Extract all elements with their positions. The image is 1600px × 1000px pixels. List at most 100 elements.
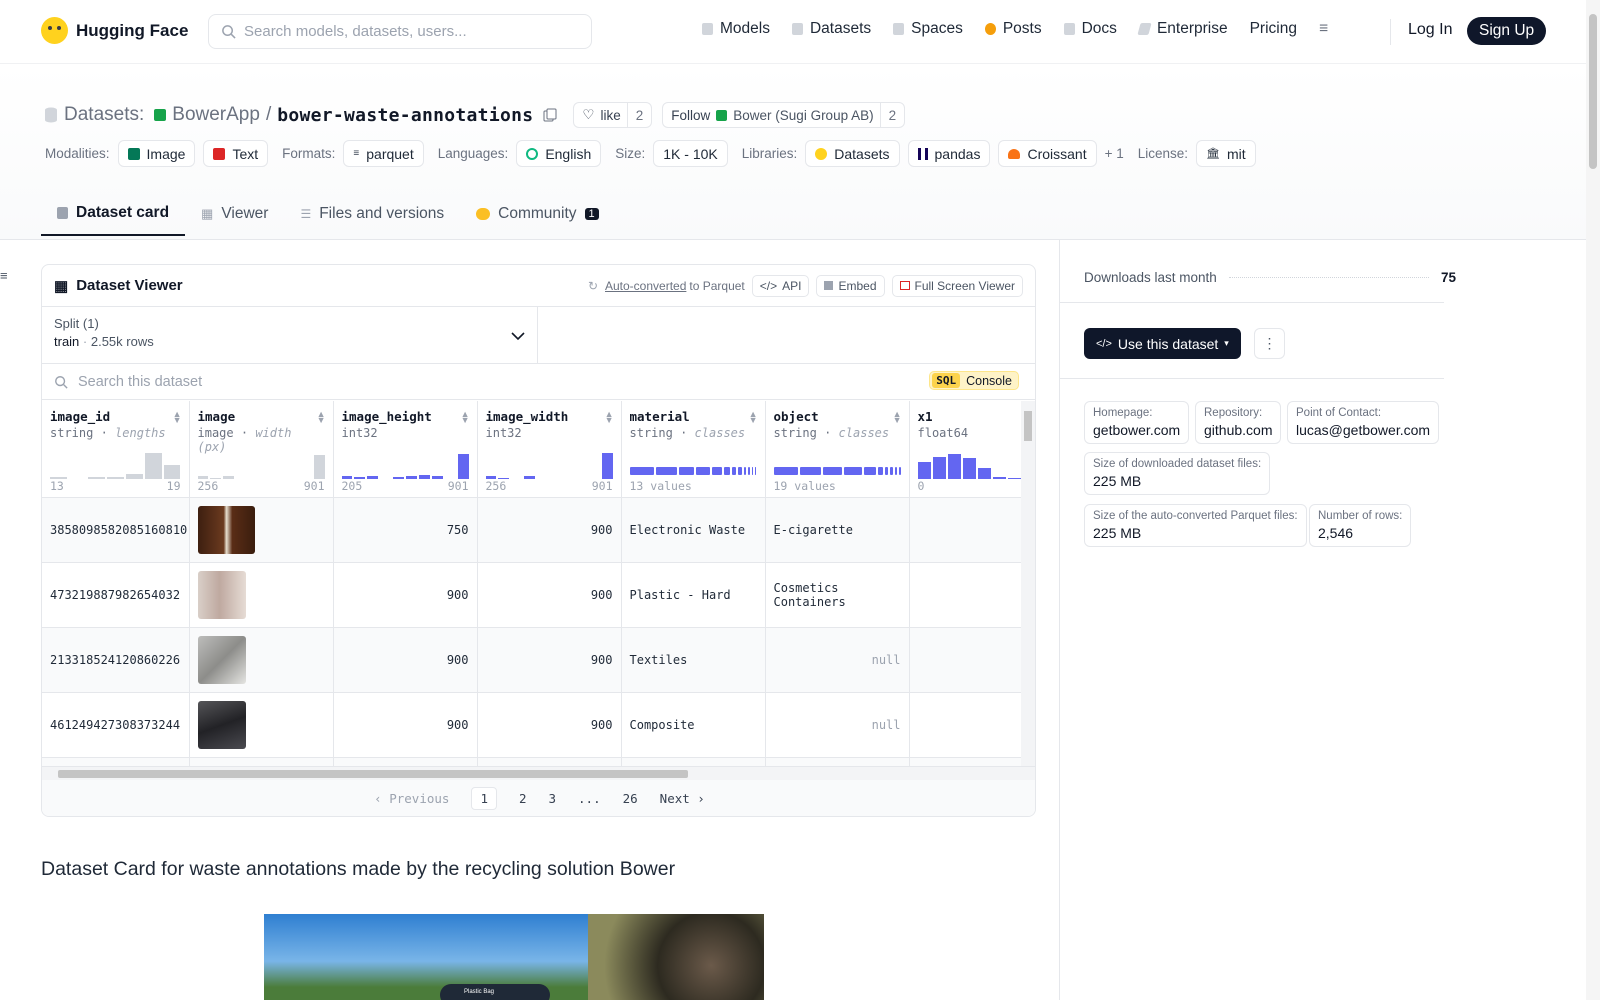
- homepage-card[interactable]: Homepage: getbower.com: [1084, 401, 1190, 444]
- nav-datasets[interactable]: Datasets: [791, 20, 872, 38]
- tag-croissant[interactable]: Croissant: [998, 140, 1097, 167]
- tab-viewer[interactable]: ▦ Viewer: [185, 190, 284, 236]
- sql-console-button[interactable]: SQL Console: [929, 371, 1019, 390]
- tag-pandas[interactable]: pandas: [907, 140, 991, 167]
- datasets-icon: [791, 23, 803, 35]
- previous-button[interactable]: ‹ Previous: [374, 791, 449, 806]
- tag-size[interactable]: 1K - 10K: [653, 140, 728, 167]
- column-header-object[interactable]: object string · classes 19 values ▲ ▼: [765, 401, 910, 498]
- tab-dataset-card-label: Dataset card: [76, 204, 170, 221]
- nav-docs[interactable]: Docs: [1063, 20, 1117, 38]
- column-header-image[interactable]: image image · width (px) 256 901 ▲ ▼: [189, 401, 334, 498]
- page-1[interactable]: 1: [471, 786, 497, 810]
- next-button[interactable]: Next ›: [660, 791, 705, 806]
- sort-icon[interactable]: ▲ ▼: [317, 410, 326, 425]
- more-libraries[interactable]: + 1: [1105, 146, 1124, 161]
- sort-icon[interactable]: ▲ ▼: [749, 410, 758, 425]
- brand-logo[interactable]: Hugging Face: [41, 17, 188, 44]
- cell-image[interactable]: [189, 692, 334, 758]
- nav-more-menu-icon[interactable]: ≡: [1319, 20, 1328, 38]
- api-button[interactable]: </> API: [751, 274, 810, 297]
- tag-english-label: English: [545, 145, 592, 162]
- more-options-icon[interactable]: ⋮: [1254, 328, 1285, 359]
- sort-icon[interactable]: ▲ ▼: [605, 410, 614, 425]
- page-26[interactable]: 26: [623, 791, 638, 806]
- tag-datasets[interactable]: Datasets: [805, 140, 900, 167]
- section-label[interactable]: Datasets:: [64, 104, 144, 126]
- tab-community[interactable]: Community 1: [460, 190, 615, 236]
- table-row[interactable]: 3858098582085160810 750 900 Electronic W…: [42, 497, 1023, 563]
- column-header-image-height[interactable]: image_height int32 205 901 ▲ ▼: [333, 401, 478, 498]
- sort-icon[interactable]: ▲ ▼: [893, 410, 902, 425]
- image-thumbnail[interactable]: [197, 505, 255, 554]
- repository-link[interactable]: github.com: [1204, 422, 1272, 438]
- table-vertical-scrollbar[interactable]: [1021, 401, 1035, 767]
- page-scrollbar[interactable]: [1586, 0, 1600, 1000]
- column-header-material[interactable]: material string · classes 13 values ▲ ▼: [621, 401, 766, 498]
- contact-card[interactable]: Point of Contact: lucas@getbower.com: [1287, 401, 1440, 444]
- tag-license[interactable]: 🏛 mit: [1196, 140, 1256, 167]
- image-thumbnail[interactable]: [197, 570, 246, 619]
- tag-image[interactable]: Image: [117, 140, 196, 167]
- nav-models[interactable]: Models: [702, 20, 770, 38]
- cell-image-height: 750: [333, 497, 478, 563]
- auto-converted-link[interactable]: Auto-converted: [605, 279, 686, 293]
- use-this-dataset-button[interactable]: </> Use this dataset ▾: [1084, 328, 1241, 359]
- org-link[interactable]: BowerApp: [172, 104, 260, 126]
- split-selector[interactable]: Split (1) train · 2.55k rows: [42, 307, 538, 363]
- full-screen-button[interactable]: Full Screen Viewer: [891, 274, 1023, 297]
- nav-pricing[interactable]: Pricing: [1250, 20, 1297, 38]
- fullscreen-icon: [899, 281, 910, 290]
- nav-posts[interactable]: Posts: [984, 20, 1042, 38]
- tab-viewer-label: Viewer: [221, 205, 269, 222]
- nav-datasets-label: Datasets: [809, 20, 872, 37]
- cell-image[interactable]: [189, 627, 334, 693]
- sort-icon[interactable]: ▲ ▼: [461, 410, 470, 425]
- cell-image[interactable]: [189, 562, 334, 628]
- image-thumbnail[interactable]: [197, 700, 246, 749]
- cell-image-width: 900: [477, 692, 622, 758]
- image-thumbnail[interactable]: [197, 635, 246, 684]
- sidebar-divider: [1060, 378, 1444, 379]
- viewer-title-text: Dataset Viewer: [76, 277, 183, 294]
- column-class-count: 19 values: [773, 478, 836, 493]
- repository-card[interactable]: Repository: github.com: [1195, 401, 1282, 444]
- global-search-input[interactable]: Search models, datasets, users...: [208, 14, 592, 49]
- tag-text[interactable]: Text: [203, 140, 269, 167]
- dataset-search-input[interactable]: Search this dataset SQL Console: [42, 364, 1035, 400]
- follow-button[interactable]: Follow Bower (Sugi Group AB) 2: [662, 102, 906, 128]
- tab-files-label: Files and versions: [319, 205, 445, 222]
- contact-link[interactable]: lucas@getbower.com: [1296, 422, 1430, 438]
- sidebar-toggle-icon[interactable]: ≡: [0, 268, 8, 283]
- table-horizontal-scrollbar[interactable]: [42, 766, 1035, 780]
- page-2[interactable]: 2: [519, 791, 527, 806]
- tag-english[interactable]: English: [516, 140, 602, 167]
- page-3[interactable]: 3: [549, 791, 557, 806]
- signup-button[interactable]: Sign Up: [1467, 17, 1547, 45]
- class-distribution-bar: [773, 467, 901, 475]
- tag-parquet[interactable]: ≡ parquet: [343, 140, 424, 167]
- nav-enterprise[interactable]: Enterprise: [1137, 20, 1228, 38]
- license-label: License:: [1137, 146, 1189, 161]
- sort-icon[interactable]: ▲ ▼: [173, 410, 182, 425]
- homepage-link[interactable]: getbower.com: [1093, 422, 1180, 438]
- table-scroll-area[interactable]: image_id string · lengths 13 19 ▲ ▼ image …: [42, 401, 1023, 767]
- nav-divider: [1390, 19, 1391, 45]
- table-row[interactable]: 473219887982654032 900 900 Plastic - Har…: [42, 562, 1023, 628]
- embed-button[interactable]: Embed: [816, 274, 885, 297]
- column-header-x1[interactable]: x1 float64 0: [909, 401, 1023, 498]
- enterprise-icon: [1137, 23, 1152, 35]
- table-row[interactable]: 461249427308373244 900 900 Composite nul…: [42, 692, 1023, 758]
- column-header-image-id[interactable]: image_id string · lengths 13 19 ▲ ▼: [42, 401, 190, 498]
- nav-spaces[interactable]: Spaces: [893, 20, 963, 38]
- copy-icon[interactable]: [543, 108, 557, 122]
- column-header-image-width[interactable]: image_width int32 256 901 ▲ ▼: [477, 401, 622, 498]
- table-row[interactable]: 213318524120860226 900 900 Textiles null: [42, 627, 1023, 693]
- login-link[interactable]: Log In: [1408, 21, 1452, 39]
- cell-image[interactable]: [189, 497, 334, 563]
- tab-files[interactable]: ☰ Files and versions: [284, 190, 460, 236]
- downloaded-size-card: Size of downloaded dataset files: 225 MB: [1084, 452, 1271, 495]
- tab-dataset-card[interactable]: Dataset card: [41, 190, 186, 236]
- like-button[interactable]: ♡ like 2: [573, 102, 653, 128]
- repo-name[interactable]: bower-waste-annotations: [277, 105, 533, 126]
